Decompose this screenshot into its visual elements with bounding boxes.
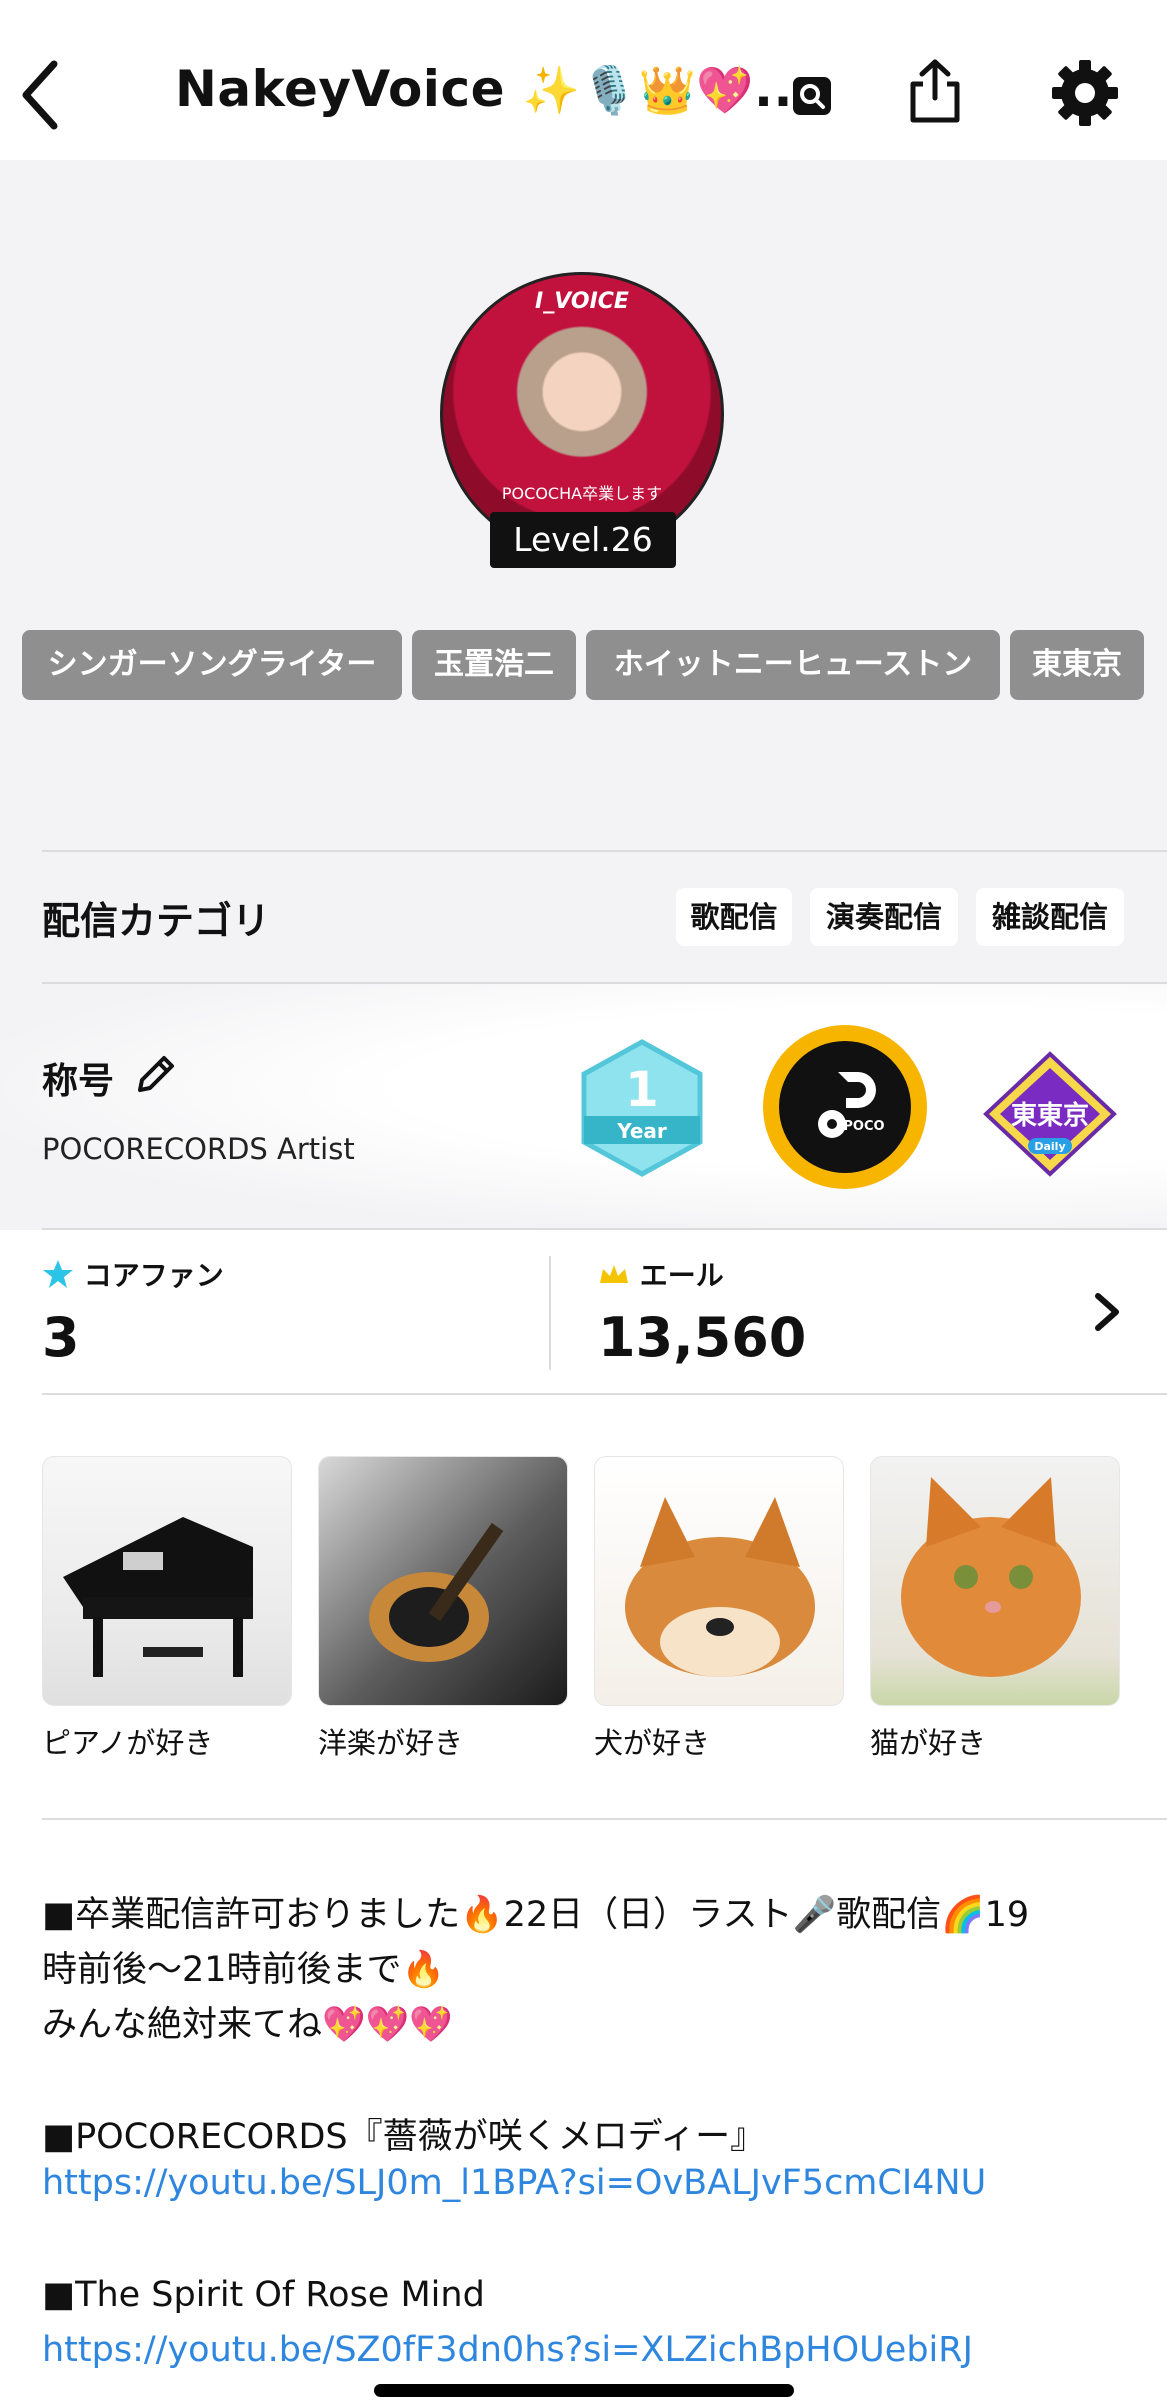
dog-icon xyxy=(625,1497,815,1677)
interest-label: ピアノが好き xyxy=(42,1726,214,1760)
home-indicator[interactable] xyxy=(374,2384,794,2397)
yell-count: 13,560 xyxy=(598,1306,807,1369)
daily-badge-area: 東東京 xyxy=(1011,1100,1089,1131)
interest-label: 洋楽が好き xyxy=(318,1726,464,1760)
profile-tag[interactable]: シンガーソングライター xyxy=(22,630,402,700)
interest-photo-guitar[interactable] xyxy=(318,1456,568,1706)
core-fan-count: 3 xyxy=(42,1306,80,1369)
profile-name: NakeyVoice xyxy=(175,60,505,118)
daily-badge-label: Daily xyxy=(1034,1140,1065,1153)
bio-line: ■The Spirit Of Rose Mind xyxy=(42,2275,485,2315)
profile-tag[interactable]: 玉置浩二 xyxy=(412,630,576,700)
bio-line: ■POCORECORDS『薔薇が咲くメロディー』 xyxy=(42,2117,766,2157)
divider xyxy=(42,1393,1167,1395)
profile-tag[interactable]: ホイットニーヒューストン xyxy=(586,630,1000,700)
bio-line: みんな絶対来てね💖💖💖 xyxy=(42,2005,453,2045)
chevron-right-icon[interactable] xyxy=(1090,1290,1124,1334)
poco-records-badge-icon: POCO xyxy=(763,1025,927,1189)
category-pill: 雑談配信 xyxy=(976,888,1124,946)
core-fan-star-icon xyxy=(43,1260,73,1288)
back-chevron-icon[interactable] xyxy=(18,58,62,132)
category-pill: 演奏配信 xyxy=(810,888,958,946)
bio-line: 時前後〜21時前後まで🔥 xyxy=(42,1950,446,1990)
divider xyxy=(42,982,1167,984)
level-badge: Level.26 xyxy=(490,512,676,568)
core-fan-label-text: コアファン xyxy=(83,1259,224,1292)
divider xyxy=(42,1818,1167,1820)
avatar-overlay-title: I_VOICE xyxy=(535,289,629,314)
divider xyxy=(42,850,1167,852)
yell-label[interactable]: エール xyxy=(598,1254,724,1294)
title-label: 称号 xyxy=(42,1061,115,1102)
category-pill: 歌配信 xyxy=(676,888,792,946)
profile-title-emoji: ✨🎙️👑💖 xyxy=(522,63,755,117)
share-icon[interactable] xyxy=(905,58,965,124)
core-fan-label[interactable]: コアファン xyxy=(42,1254,224,1294)
guitar-icon xyxy=(369,1522,504,1662)
bio-link[interactable]: https://youtu.be/SZ0fF3dn0hs?si=XLZichBp… xyxy=(42,2330,973,2370)
top-navigation-bar: NakeyVoice ✨🎙️👑💖... xyxy=(0,0,1167,160)
bio-link[interactable]: https://youtu.be/SLJ0m_l1BPA?si=OvBALJvF… xyxy=(42,2163,986,2203)
edit-pencil-icon[interactable] xyxy=(132,1052,178,1098)
broadcast-category-label: 配信カテゴリ xyxy=(42,899,271,943)
poco-badge-label: POCO xyxy=(843,1119,884,1134)
profile-title: NakeyVoice ✨🎙️👑💖... xyxy=(175,60,813,118)
yell-label-text: エール xyxy=(639,1259,724,1292)
profile-tag[interactable]: 東東京 xyxy=(1010,630,1144,700)
cat-icon xyxy=(901,1477,1081,1677)
avatar-overlay-caption: POCOCHA卒業します xyxy=(501,484,663,503)
one-year-badge-icon: 1 Year xyxy=(581,1039,703,1177)
stats-divider xyxy=(549,1256,551,1370)
piano-icon xyxy=(63,1517,253,1677)
settings-gear-icon[interactable] xyxy=(1050,58,1120,128)
area-daily-badge-icon: 東東京 Daily xyxy=(983,1051,1117,1177)
divider xyxy=(42,1228,1167,1230)
interest-photo-piano[interactable] xyxy=(42,1456,292,1706)
interest-photo-dog[interactable] xyxy=(594,1456,844,1706)
interest-label: 猫が好き xyxy=(870,1726,987,1760)
interest-label: 犬が好き xyxy=(594,1726,711,1760)
one-year-number: 1 xyxy=(625,1062,658,1118)
search-badge-icon[interactable] xyxy=(793,77,831,115)
interest-photo-cat[interactable] xyxy=(870,1456,1120,1706)
bio-line: ■卒業配信許可おりました🔥22日（日）ラスト🎤歌配信🌈19 xyxy=(42,1895,1030,1935)
yell-crown-icon xyxy=(600,1265,628,1283)
title-value: POCORECORDS Artist xyxy=(42,1132,355,1166)
one-year-label: Year xyxy=(616,1119,667,1143)
